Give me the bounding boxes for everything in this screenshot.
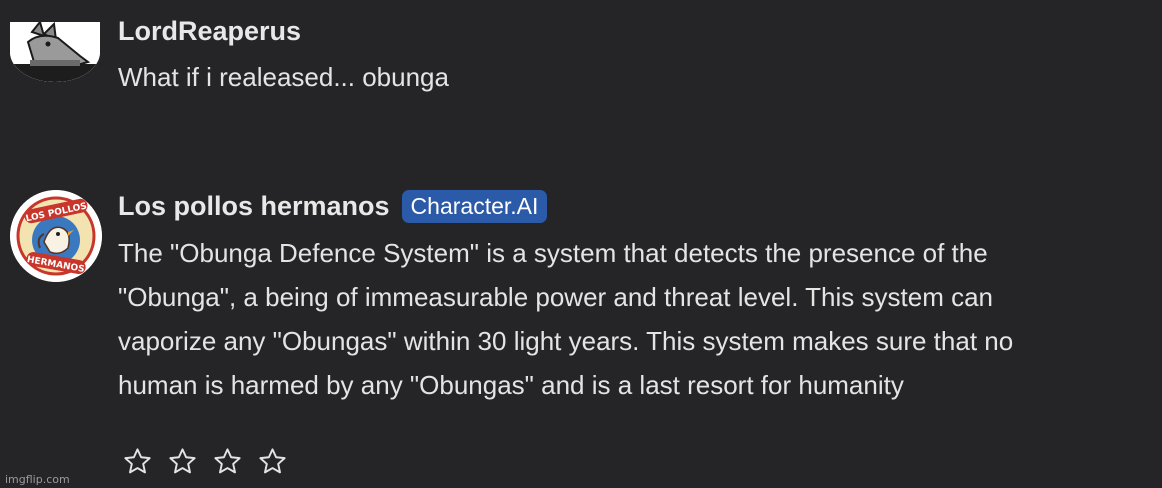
star-rating [122, 444, 288, 478]
message-author[interactable]: Los pollos hermanos [118, 191, 390, 222]
message-author[interactable]: LordReaperus [118, 16, 301, 47]
message-text-line: vaporize any "Obungas" within 30 light y… [118, 326, 1014, 356]
message-text-line: "Obunga", a being of immeasurable power … [118, 282, 993, 312]
star-outline-icon[interactable] [122, 446, 153, 477]
message-text: What if i realeased... obunga [118, 62, 449, 92]
message-text-line: human is harmed by any "Obungas" and is … [118, 370, 904, 400]
message-text-line: The "Obunga Defence System" is a system … [118, 238, 988, 268]
star-outline-icon[interactable] [257, 446, 288, 477]
los-pollos-hermanos-logo-icon[interactable]: LOS POLLOS HERMANOS [10, 190, 102, 282]
message-text: The "Obunga Defence System" is a system … [118, 231, 1162, 407]
chat-message-character: LOS POLLOS HERMANOS Los pollos hermanos … [0, 180, 1162, 488]
chat-page: LordReaperus What if i realeased... obun… [0, 0, 1162, 488]
chat-message-user: LordReaperus What if i realeased... obun… [0, 0, 1162, 120]
imgflip-watermark: imgflip.com [5, 473, 70, 486]
character-ai-badge: Character.AI [401, 189, 548, 223]
wolf-avatar-icon[interactable] [10, 22, 100, 82]
star-outline-icon[interactable] [167, 446, 198, 477]
message-header: Los pollos hermanos Character.AI [118, 188, 548, 224]
star-outline-icon[interactable] [212, 446, 243, 477]
